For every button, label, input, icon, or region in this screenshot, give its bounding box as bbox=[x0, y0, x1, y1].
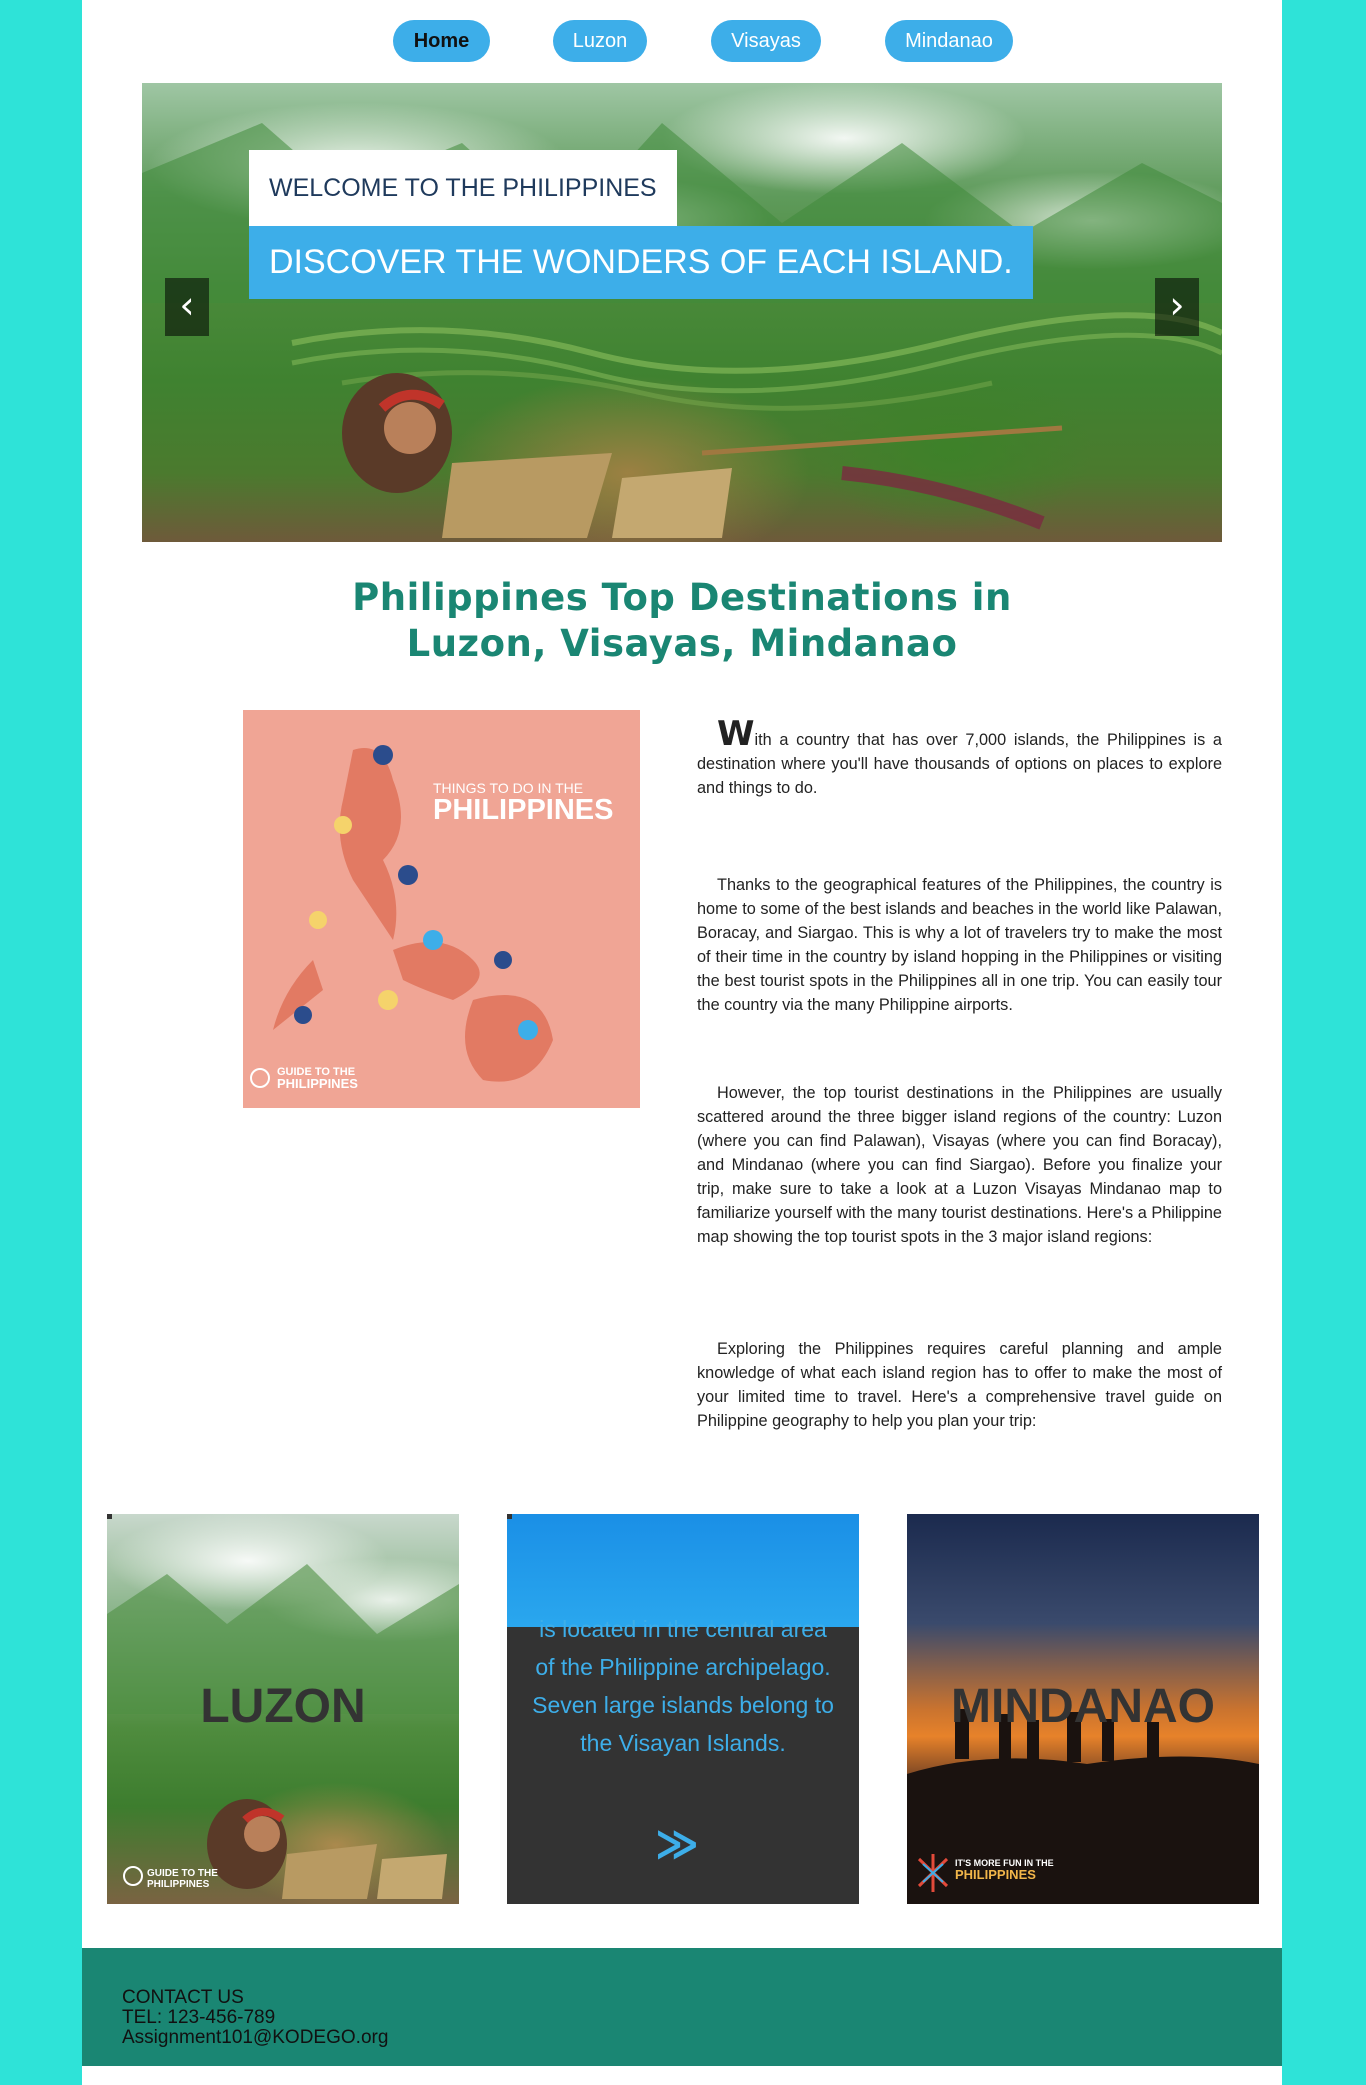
luzon-card[interactable]: LUZON GUIDE TO THE PHILIPPINES bbox=[107, 1514, 459, 1904]
map-logo: GUIDE TO THE PHILIPPINES bbox=[277, 1067, 358, 1091]
luzon-logo: GUIDE TO THE PHILIPPINES bbox=[147, 1868, 218, 1890]
card-corner-mark bbox=[507, 1514, 512, 1519]
luzon-label: LUZON bbox=[200, 1680, 366, 1733]
chevron-left-icon: ‹ bbox=[179, 283, 195, 327]
hero-tagline: DISCOVER THE WONDERS OF EACH ISLAND. bbox=[249, 226, 1033, 299]
carousel-next-button[interactable]: › bbox=[1155, 278, 1199, 336]
nav-visayas-button[interactable]: Visayas bbox=[711, 20, 821, 62]
top-nav: Home Luzon Visayas Mindanao bbox=[82, 20, 1282, 62]
nav-luzon-button[interactable]: Luzon bbox=[553, 20, 647, 62]
footer: CONTACT US TEL: 123-456-789 Assignment10… bbox=[82, 1948, 1282, 2066]
heading-line-2: Luzon, Visayas, Mindanao bbox=[406, 622, 958, 665]
paragraph-geography: Thanks to the geographical features of t… bbox=[697, 876, 1222, 1014]
footer-tel: TEL: 123-456-789 bbox=[122, 2007, 276, 2028]
nav-mindanao-button[interactable]: Mindanao bbox=[885, 20, 1013, 62]
paragraph-text: ith a country that has over 7,000 island… bbox=[697, 731, 1222, 797]
mindanao-logo-line-2: PHILIPPINES bbox=[955, 1867, 1036, 1882]
heading-line-1: Philippines Top Destinations in bbox=[352, 576, 1012, 619]
carousel-prev-button[interactable]: ‹ bbox=[165, 278, 209, 336]
hero-welcome-text: WELCOME TO THE PHILIPPINES bbox=[249, 150, 677, 226]
luzon-logo-line-1: GUIDE TO THE bbox=[147, 1868, 218, 1879]
mindanao-card[interactable]: MINDANAO IT'S MORE FUN IN THE PHILIPPINE… bbox=[907, 1514, 1259, 1904]
map-title: PHILIPPINES bbox=[433, 794, 614, 826]
mindanao-logo: IT'S MORE FUN IN THE PHILIPPINES bbox=[955, 1858, 1054, 1882]
luzon-logo-line-2: PHILIPPINES bbox=[147, 1879, 210, 1890]
footer-contact-heading: CONTACT US bbox=[122, 1987, 244, 2008]
visayas-description: is located in the central area of the Ph… bbox=[532, 1616, 834, 1756]
map-illustration bbox=[250, 745, 553, 1088]
dropcap: W bbox=[717, 714, 755, 754]
mindanao-label: MINDANAO bbox=[951, 1680, 1215, 1733]
footer-contact: CONTACT US TEL: 123-456-789 Assignment10… bbox=[122, 1988, 388, 2048]
nav-home-button[interactable]: Home bbox=[393, 20, 490, 62]
visayas-card[interactable]: is located in the central area of the Ph… bbox=[507, 1514, 859, 1904]
intro-paragraph: With a country that has over 7,000 islan… bbox=[697, 717, 1222, 800]
map-logo-line-2: PHILIPPINES bbox=[277, 1076, 358, 1091]
hero-carousel: WELCOME TO THE PHILIPPINES DISCOVER THE … bbox=[142, 83, 1222, 542]
page-container: Home Luzon Visayas Mindanao WELCOME TO T… bbox=[82, 0, 1282, 2085]
section-heading: Philippines Top Destinations in Luzon, V… bbox=[82, 575, 1282, 667]
paragraph-regions: However, the top tourist destinations in… bbox=[697, 1084, 1222, 1246]
double-chevron-right-icon[interactable]: ≫ bbox=[655, 1819, 699, 1868]
chevron-right-icon: › bbox=[1169, 283, 1185, 327]
footer-email[interactable]: Assignment101@KODEGO.org bbox=[122, 2028, 388, 2048]
philippines-map-image: THINGS TO DO IN THE PHILIPPINES GUIDE TO… bbox=[243, 710, 640, 1108]
paragraph-planning: Exploring the Philippines requires caref… bbox=[697, 1340, 1222, 1430]
